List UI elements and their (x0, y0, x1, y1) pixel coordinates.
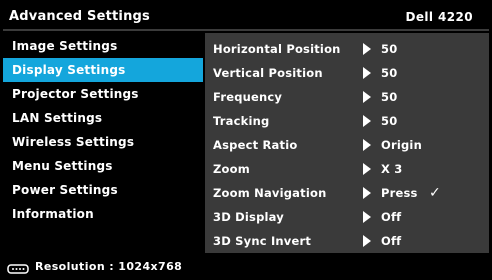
arrow-right-icon (363, 67, 371, 79)
setting-row-frequency[interactable]: Frequency 50 (205, 85, 489, 109)
setting-label: Tracking (213, 114, 270, 128)
menu-item-lan-settings[interactable]: LAN Settings (3, 106, 203, 130)
menu-item-display-settings[interactable]: Display Settings (3, 58, 203, 82)
arrow-right-icon (363, 115, 371, 127)
setting-label: 3D Display (213, 210, 284, 224)
arrow-right-icon (363, 235, 371, 247)
checkmark-icon: ✓ (429, 185, 441, 201)
setting-value: 50 (381, 42, 398, 56)
menu-item-information[interactable]: Information (3, 202, 203, 226)
resolution-text: Resolution : 1024x768 (35, 260, 183, 273)
setting-row-3d-sync-invert[interactable]: 3D Sync Invert Off (205, 229, 489, 253)
settings-menu: Image Settings Display Settings Projecto… (3, 34, 203, 236)
osd-header: Advanced Settings Dell 4220 (3, 3, 489, 31)
menu-item-projector-settings[interactable]: Projector Settings (3, 82, 203, 106)
setting-value: Off (381, 234, 402, 248)
setting-value: Origin (381, 138, 422, 152)
setting-label: Zoom Navigation (213, 186, 327, 200)
setting-row-zoom-navigation[interactable]: Zoom Navigation Press ✓ (205, 181, 489, 205)
setting-label: Zoom (213, 162, 250, 176)
setting-label: 3D Sync Invert (213, 234, 312, 248)
setting-label: Frequency (213, 90, 283, 104)
setting-row-vertical-position[interactable]: Vertical Position 50 (205, 61, 489, 85)
arrow-right-icon (363, 211, 371, 223)
osd-window: Advanced Settings Dell 4220 Image Settin… (0, 0, 492, 279)
setting-value: 50 (381, 114, 398, 128)
menu-title: Advanced Settings (9, 9, 150, 24)
display-settings-panel: Horizontal Position 50 Vertical Position… (205, 33, 489, 253)
setting-value: Press (381, 186, 418, 200)
setting-value: Off (381, 210, 402, 224)
arrow-right-icon (363, 139, 371, 151)
setting-row-tracking[interactable]: Tracking 50 (205, 109, 489, 133)
setting-row-aspect-ratio[interactable]: Aspect Ratio Origin (205, 133, 489, 157)
arrow-right-icon (363, 187, 371, 199)
arrow-right-icon (363, 43, 371, 55)
setting-value: 50 (381, 90, 398, 104)
model-name: Dell 4220 (405, 10, 473, 24)
menu-item-wireless-settings[interactable]: Wireless Settings (3, 130, 203, 154)
setting-value: X 3 (381, 162, 403, 176)
setting-value: 50 (381, 66, 398, 80)
arrow-right-icon (363, 163, 371, 175)
menu-item-menu-settings[interactable]: Menu Settings (3, 154, 203, 178)
monitor-input-icon (7, 262, 29, 274)
setting-row-3d-display[interactable]: 3D Display Off (205, 205, 489, 229)
setting-row-zoom[interactable]: Zoom X 3 (205, 157, 489, 181)
arrow-right-icon (363, 91, 371, 103)
setting-label: Aspect Ratio (213, 138, 298, 152)
menu-item-image-settings[interactable]: Image Settings (3, 34, 203, 58)
setting-label: Horizontal Position (213, 42, 341, 56)
menu-item-power-settings[interactable]: Power Settings (3, 178, 203, 202)
status-bar: Resolution : 1024x768 (3, 258, 489, 276)
setting-label: Vertical Position (213, 66, 323, 80)
setting-row-horizontal-position[interactable]: Horizontal Position 50 (205, 37, 489, 61)
